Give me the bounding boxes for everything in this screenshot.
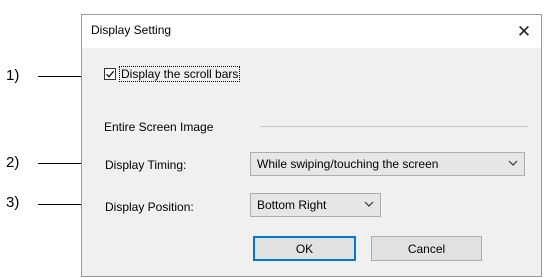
display-timing-label: Display Timing: [105, 158, 187, 172]
display-position-value: Bottom Right [257, 198, 327, 212]
title-bar: Display Setting ✕ [82, 15, 541, 48]
dialog-title: Display Setting [91, 23, 172, 37]
chevron-down-icon [508, 160, 518, 166]
scroll-bars-checkbox[interactable] [104, 68, 116, 80]
scroll-bars-checkbox-row[interactable]: Display the scroll bars [104, 66, 241, 82]
scroll-bars-checkbox-label[interactable]: Display the scroll bars [118, 66, 241, 82]
callout-1: 1) [6, 67, 20, 84]
group-label: Entire Screen Image [104, 120, 214, 134]
display-position-select[interactable]: Bottom Right [250, 193, 381, 217]
group-divider [260, 126, 528, 127]
display-setting-dialog: Display Setting ✕ Display the scroll bar… [81, 14, 542, 277]
chevron-down-icon [364, 201, 374, 207]
check-icon [106, 70, 115, 78]
display-timing-value: While swiping/touching the screen [257, 157, 439, 171]
display-position-label: Display Position: [105, 200, 194, 214]
display-timing-select[interactable]: While swiping/touching the screen [250, 152, 525, 176]
ok-button[interactable]: OK [253, 236, 356, 261]
callout-2: 2) [6, 154, 20, 171]
callout-3: 3) [6, 194, 20, 211]
cancel-button[interactable]: Cancel [371, 236, 482, 261]
close-icon[interactable]: ✕ [507, 15, 541, 48]
